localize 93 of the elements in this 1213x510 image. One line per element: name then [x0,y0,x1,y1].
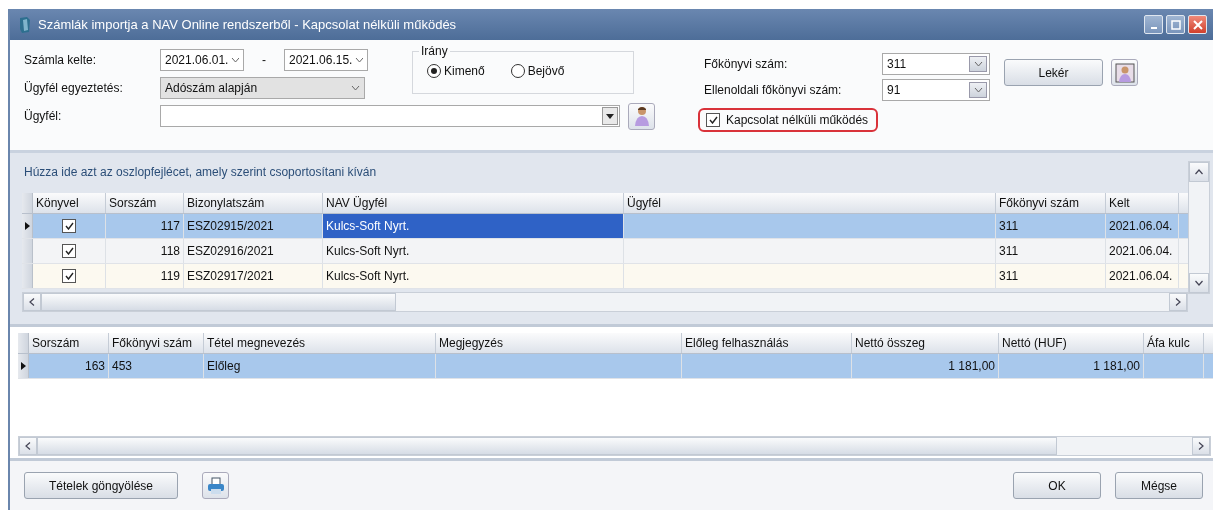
maximize-icon [1170,19,1181,30]
table-cell: 119 [106,264,184,288]
arrow-down-icon [1195,280,1203,286]
column-header[interactable]: Könyvel [33,193,106,213]
minimize-button[interactable] [1144,15,1163,34]
close-button[interactable] [1188,15,1207,34]
account-combobox[interactable]: 91 [882,79,990,101]
table-cell: 117 [106,214,184,238]
column-header[interactable]: NAV Ügyfél [323,193,624,213]
table-cell: 1 181,00 [999,354,1144,378]
dropdown-arrow-icon [606,113,614,119]
table-cell: 2021.06.04. [1106,239,1179,263]
table-cell: ESZ02917/2021 [184,264,323,288]
vertical-scrollbar[interactable] [1188,161,1210,294]
table-cell: 311 [996,264,1106,288]
checkbox[interactable] [706,113,720,127]
person-icon[interactable] [628,102,655,130]
date-picker[interactable]: 2021.06.15. [284,49,368,71]
checkbox[interactable] [62,269,76,283]
offline-mode-checkbox[interactable]: Kapcsolat nélküli működés [698,108,879,132]
column-header[interactable]: Előleg felhasználás [682,333,852,353]
arrow-left-icon [29,298,35,306]
group-by-hint: Húzza ide azt az oszlopfejlécet, amely szerint csoportosítani kíván [23,164,378,181]
chevron-down-icon [973,87,983,93]
date-separator: - [261,53,267,67]
arrow-right-icon [1175,298,1181,306]
table-cell: Előleg [204,354,436,378]
ok-button[interactable]: OK [1013,472,1101,499]
printer-icon[interactable] [202,472,229,499]
chevron-down-icon [355,57,363,63]
row-indicator[interactable] [22,214,33,238]
radio-option[interactable]: Bejövő [510,64,565,78]
scroll-left-button[interactable] [23,293,41,311]
date-picker[interactable]: 2021.06.01. [160,49,244,71]
table-cell: 2021.06.04. [1106,264,1179,288]
table-cell: 311 [996,214,1106,238]
column-header[interactable]: Áfa kulc [1144,333,1204,353]
column-header[interactable]: Nettó összeg [852,333,999,353]
arrow-up-icon [1195,169,1203,175]
field-label: Ügyfél egyeztetés: [24,81,124,95]
matching-dropdown[interactable]: Adószám alapján [160,77,365,99]
field-label: Főkönyvi szám: [704,57,789,71]
minimize-icon [1150,27,1157,29]
table-cell: ESZ02916/2021 [184,239,323,263]
table-cell: Kulcs-Soft Nyrt. [323,239,624,263]
radio-button[interactable] [510,64,525,78]
column-header[interactable]: Sorszám [29,333,109,353]
column-header[interactable]: Főkönyvi szám [996,193,1106,213]
chevron-down-icon [231,57,239,63]
rollup-button[interactable]: Tételek göngyölése [24,472,178,499]
table-cell: Kulcs-Soft Nyrt. [323,264,624,288]
column-header[interactable]: Tétel megnevezés [204,333,436,353]
column-header[interactable]: Főkönyvi szám [109,333,204,353]
table-cell: 1 181,00 [852,354,999,378]
table-cell: 163 [29,354,109,378]
account-combobox[interactable]: 311 [882,53,990,75]
radio-button[interactable] [427,64,441,78]
scroll-left-button[interactable] [19,437,37,455]
arrow-left-icon [25,442,31,450]
table-cell: 2021.06.04. [1106,214,1179,238]
close-icon [1192,19,1203,30]
maximize-button[interactable] [1166,15,1185,34]
scroll-down-button[interactable] [1189,273,1209,293]
arrow-right-icon [1198,442,1204,450]
column-header[interactable]: Ügyfél [624,193,996,213]
app-icon [18,15,32,34]
table-cell: 311 [996,239,1106,263]
field-label: Ügyfél: [24,109,63,123]
checkbox[interactable] [62,244,76,258]
chevron-down-icon [973,61,983,67]
cancel-button[interactable]: Mégse [1115,472,1203,499]
horizontal-scrollbar[interactable] [22,292,1188,312]
column-header[interactable]: Sorszám [106,193,184,213]
column-header[interactable]: Megjegyzés [436,333,682,353]
radio-option[interactable]: Kimenő [427,64,485,78]
chevron-down-icon [351,85,360,91]
scroll-up-button[interactable] [1189,162,1209,182]
column-header[interactable]: Kelt [1106,193,1179,213]
column-header[interactable]: Nettó (HUF) [999,333,1144,353]
horizontal-scrollbar[interactable] [18,436,1211,456]
row-indicator[interactable] [18,354,29,378]
column-header[interactable]: Bizonylatszám [184,193,323,213]
query-button[interactable]: Lekér [1004,59,1103,86]
group-legend: Irány [419,44,450,58]
table-cell: 453 [109,354,204,378]
table-cell: Kulcs-Soft Nyrt. [323,214,624,238]
checkbox[interactable] [62,219,76,233]
field-label: Számla kelte: [24,53,98,67]
scroll-right-button[interactable] [1192,437,1210,455]
window-title: Számlák importja a NAV Online rendszerből - Kapcsolat nélküli működés [38,17,457,32]
scroll-right-button[interactable] [1169,293,1187,311]
table-cell: 118 [106,239,184,263]
field-label: Ellenoldali főkönyvi szám: [704,83,843,97]
